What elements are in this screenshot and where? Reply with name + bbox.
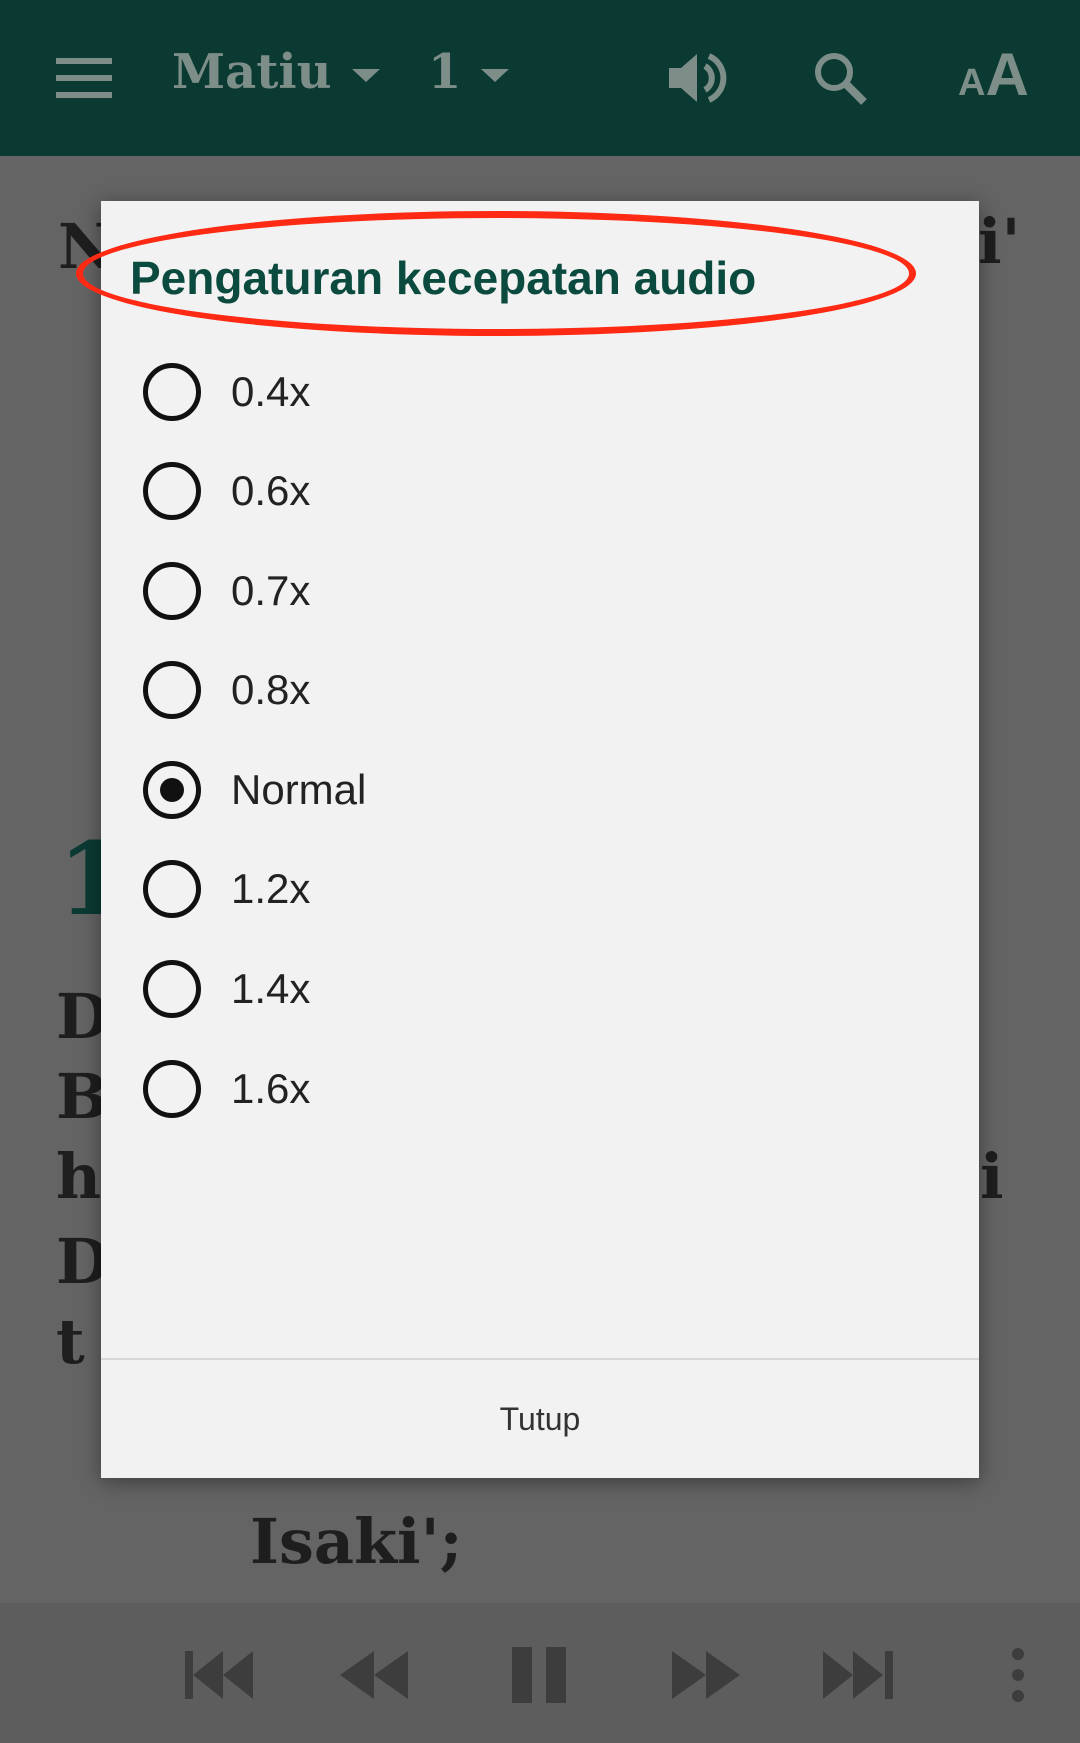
- app-toolbar: Matiu 1 AA: [0, 0, 1080, 156]
- option-label: Normal: [231, 766, 367, 813]
- pause-icon[interactable]: [512, 1647, 568, 1703]
- audio-speed-dialog: Pengaturan kecepatan audio 0.4x 0.6x 0.7…: [76, 201, 979, 1478]
- speed-option-1.2x[interactable]: 1.2x: [143, 849, 923, 929]
- radio-button-selected[interactable]: [143, 761, 201, 819]
- bg-text: t: [56, 1305, 85, 1378]
- menu-icon[interactable]: [56, 58, 112, 98]
- volume-icon[interactable]: [665, 48, 727, 108]
- speed-option-normal[interactable]: Normal: [143, 750, 923, 830]
- speed-option-0.4x[interactable]: 0.4x: [143, 352, 923, 432]
- text-size-icon[interactable]: AA: [958, 40, 1029, 109]
- option-label: 0.8x: [231, 666, 311, 713]
- more-vert-icon[interactable]: [1010, 1647, 1026, 1703]
- speed-option-1.6x[interactable]: 1.6x: [143, 1049, 923, 1129]
- bg-text: h: [56, 1140, 102, 1213]
- radio-button[interactable]: [143, 562, 201, 620]
- close-button[interactable]: Tutup: [101, 1361, 979, 1478]
- option-label: 1.6x: [231, 1065, 311, 1112]
- speed-option-1.4x[interactable]: 1.4x: [143, 949, 923, 1029]
- book-name: Matiu: [172, 44, 332, 100]
- radio-button[interactable]: [143, 860, 201, 918]
- speed-option-0.6x[interactable]: 0.6x: [143, 451, 923, 531]
- chapter-selector[interactable]: 1: [428, 44, 510, 100]
- chevron-down-icon: [351, 69, 380, 82]
- speed-option-0.8x[interactable]: 0.8x: [143, 650, 923, 730]
- book-selector[interactable]: Matiu: [172, 44, 380, 100]
- divider: [101, 1358, 979, 1360]
- option-label: 0.7x: [231, 567, 311, 614]
- skip-next-icon[interactable]: [823, 1651, 895, 1699]
- radio-button[interactable]: [143, 1060, 201, 1118]
- audio-player-bar: [0, 1603, 1080, 1743]
- chapter-number: 1: [428, 44, 462, 100]
- radio-button[interactable]: [143, 960, 201, 1018]
- rewind-icon[interactable]: [340, 1651, 408, 1699]
- radio-button[interactable]: [143, 661, 201, 719]
- dialog-title: Pengaturan kecepatan audio: [130, 252, 757, 304]
- chevron-down-icon: [481, 69, 510, 82]
- bg-text: Isaki';: [250, 1505, 463, 1578]
- option-label: 0.6x: [231, 467, 311, 514]
- bg-text: i: [980, 1140, 1004, 1213]
- skip-previous-icon[interactable]: [185, 1651, 257, 1699]
- search-icon[interactable]: [810, 48, 870, 108]
- bg-text: i': [978, 205, 1021, 278]
- radio-button[interactable]: [143, 462, 201, 520]
- option-label: 0.4x: [231, 368, 311, 415]
- fast-forward-icon[interactable]: [672, 1651, 740, 1699]
- option-label: 1.2x: [231, 865, 311, 912]
- speed-option-0.7x[interactable]: 0.7x: [143, 551, 923, 631]
- radio-button[interactable]: [143, 363, 201, 421]
- option-label: 1.4x: [231, 965, 311, 1012]
